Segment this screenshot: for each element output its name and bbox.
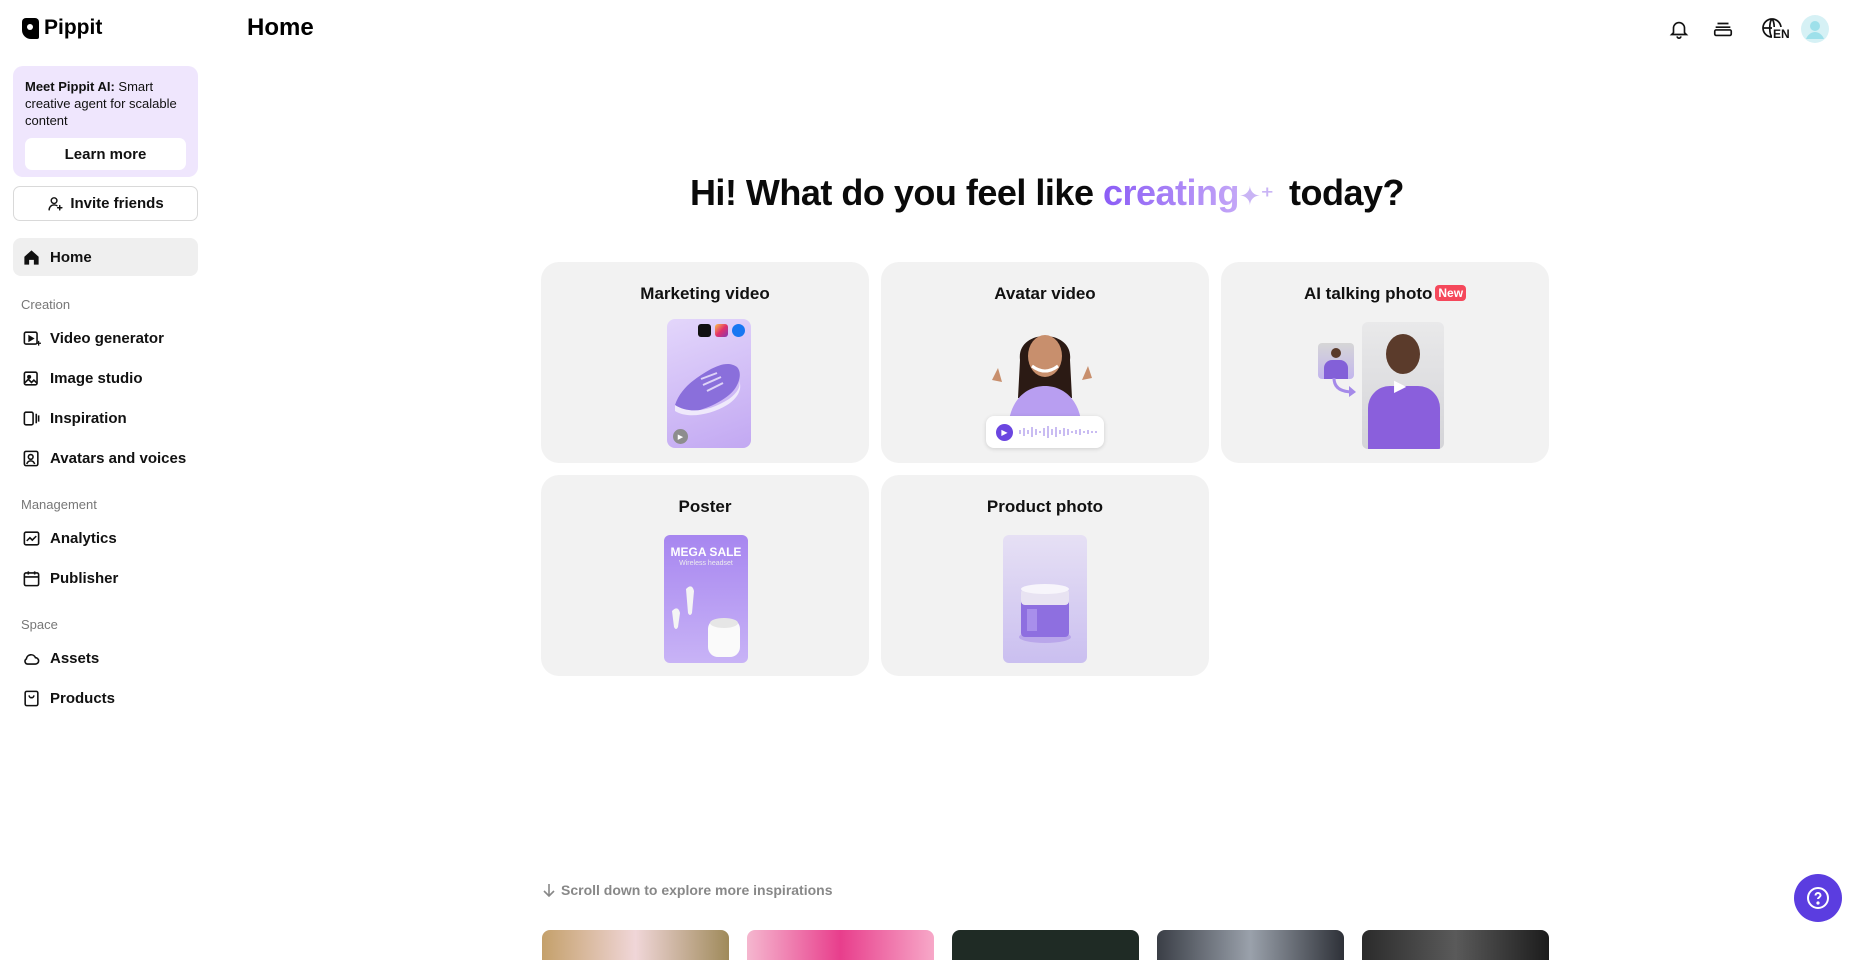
avatar-voice-icon xyxy=(23,450,39,466)
language-code: EN xyxy=(1772,27,1791,41)
logo-mark-icon xyxy=(22,17,39,39)
sidebar-item-analytics[interactable]: Analytics xyxy=(13,519,198,557)
sidebar-item-label: Analytics xyxy=(50,529,117,547)
logo-text: Pippit xyxy=(44,16,103,39)
home-icon xyxy=(24,249,39,265)
image-studio-icon xyxy=(23,370,38,386)
inspiration-thumbnail[interactable] xyxy=(952,930,1139,960)
page-title: Home xyxy=(247,14,314,41)
sidebar-item-label: Products xyxy=(50,689,116,707)
avatar-woman-image xyxy=(992,335,1092,428)
arrow-down-icon xyxy=(543,884,555,897)
card-title: AI talking photo New xyxy=(1221,284,1549,304)
sidebar-item-home[interactable]: Home xyxy=(13,238,198,276)
sidebar-item-label: Avatars and voices xyxy=(50,449,187,467)
inspiration-thumbnail[interactable] xyxy=(747,930,934,960)
section-management-label: Management xyxy=(21,497,97,512)
subscription-button[interactable] xyxy=(1708,14,1738,44)
language-button[interactable]: EN xyxy=(1753,14,1793,44)
sidebar-item-label: Assets xyxy=(50,649,100,667)
pippit-logo[interactable]: Pippit xyxy=(22,16,102,40)
arrow-icon xyxy=(1332,377,1356,397)
card-avatar-video[interactable]: Avatar video ▶ xyxy=(881,262,1209,463)
layers-icon xyxy=(1713,22,1733,37)
play-icon[interactable]: ▶ xyxy=(673,429,688,444)
card-marketing-video[interactable]: Marketing video ▶ xyxy=(541,262,869,463)
new-badge: New xyxy=(1435,285,1467,301)
play-icon[interactable]: ▶ xyxy=(996,423,1013,441)
inspiration-thumbnail[interactable] xyxy=(542,930,729,960)
card-title-text: AI talking photo xyxy=(1303,284,1433,303)
sidebar-item-assets[interactable]: Assets xyxy=(13,639,198,677)
play-icon[interactable]: ▶ xyxy=(1394,376,1406,396)
sneaker-image xyxy=(675,363,741,416)
source-photo-thumbnail xyxy=(1318,343,1354,379)
sidebar-item-label: Inspiration xyxy=(50,409,127,427)
card-ai-talking-photo[interactable]: AI talking photo New ▶ xyxy=(1221,262,1549,463)
inspiration-thumbnail[interactable] xyxy=(1362,930,1549,960)
sidebar-item-label: Home xyxy=(50,248,92,266)
product-box-icon xyxy=(24,690,39,706)
sidebar-item-avatars-and-voices[interactable]: Avatars and voices xyxy=(13,439,198,477)
bell-icon xyxy=(1669,21,1689,39)
sidebar-item-publisher[interactable]: Publisher xyxy=(13,559,198,597)
promo-text: Meet Pippit AI: Smart creative agent for… xyxy=(25,79,177,128)
product-photo-thumbnail xyxy=(1003,535,1087,663)
card-title: Marketing video xyxy=(640,284,770,303)
section-creation-label: Creation xyxy=(21,297,71,312)
help-button[interactable] xyxy=(1794,874,1842,922)
scroll-hint-text: Scroll down to explore more inspirations xyxy=(561,882,833,898)
marketing-video-thumbnail: ▶ xyxy=(667,319,751,448)
sidebar-item-inspiration[interactable]: Inspiration xyxy=(13,399,198,437)
cloud-icon xyxy=(24,653,40,665)
waveform-icon xyxy=(1019,426,1097,438)
sidebar-item-image-studio[interactable]: Image studio xyxy=(13,359,198,397)
user-avatar-icon xyxy=(1801,15,1829,43)
sidebar-item-products[interactable]: Products xyxy=(13,679,198,717)
hero-heading: Hi! What do you feel like creating✦⁺ tod… xyxy=(0,172,1854,214)
sparkle-icon: ✦⁺ xyxy=(1239,181,1274,211)
instagram-icon xyxy=(715,324,728,337)
video-generator-icon xyxy=(23,330,41,346)
card-product-photo[interactable]: Product photo xyxy=(881,475,1209,676)
sidebar: Pippit Meet Pippit AI: Smart creative ag… xyxy=(0,0,213,943)
sidebar-item-label: Image studio xyxy=(50,369,143,387)
sidebar-item-video-generator[interactable]: Video generator xyxy=(13,319,198,357)
poster-thumbnail: MEGA SALE Wireless headset xyxy=(664,535,748,663)
cream-jar-image xyxy=(1019,584,1071,643)
analytics-icon xyxy=(23,530,40,546)
notifications-button[interactable] xyxy=(1664,14,1694,44)
card-title: Poster xyxy=(678,497,732,516)
hero-text-before: Hi! What do you feel like xyxy=(689,172,1103,213)
earbuds-image xyxy=(672,586,740,657)
scroll-hint: Scroll down to explore more inspirations xyxy=(543,882,833,898)
calendar-icon xyxy=(23,570,40,586)
hero-accent-word: creating xyxy=(1102,172,1240,213)
sidebar-item-label: Video generator xyxy=(50,329,164,347)
poster-subtitle: Wireless headset xyxy=(679,560,733,567)
avatar[interactable] xyxy=(1800,14,1830,44)
tiktok-icon xyxy=(698,324,711,337)
section-space-label: Space xyxy=(21,617,58,632)
facebook-icon xyxy=(732,324,745,337)
card-poster[interactable]: Poster MEGA SALE Wireless headset xyxy=(541,475,869,676)
card-title: Product photo xyxy=(986,497,1104,516)
learn-more-button[interactable]: Learn more xyxy=(25,138,186,170)
inspiration-icon xyxy=(23,410,40,426)
promo-card: Meet Pippit AI: Smart creative agent for… xyxy=(13,66,198,177)
help-icon xyxy=(1807,887,1829,909)
hero-text-after: today? xyxy=(1279,172,1405,213)
sidebar-item-label: Publisher xyxy=(50,569,119,587)
talking-photo-thumbnail: ▶ xyxy=(1362,322,1444,449)
poster-title: MEGA SALE xyxy=(670,545,742,559)
card-title: Avatar video xyxy=(994,284,1096,303)
inspiration-thumbnail[interactable] xyxy=(1157,930,1344,960)
voice-waveform-pill: ▶ xyxy=(986,416,1104,448)
